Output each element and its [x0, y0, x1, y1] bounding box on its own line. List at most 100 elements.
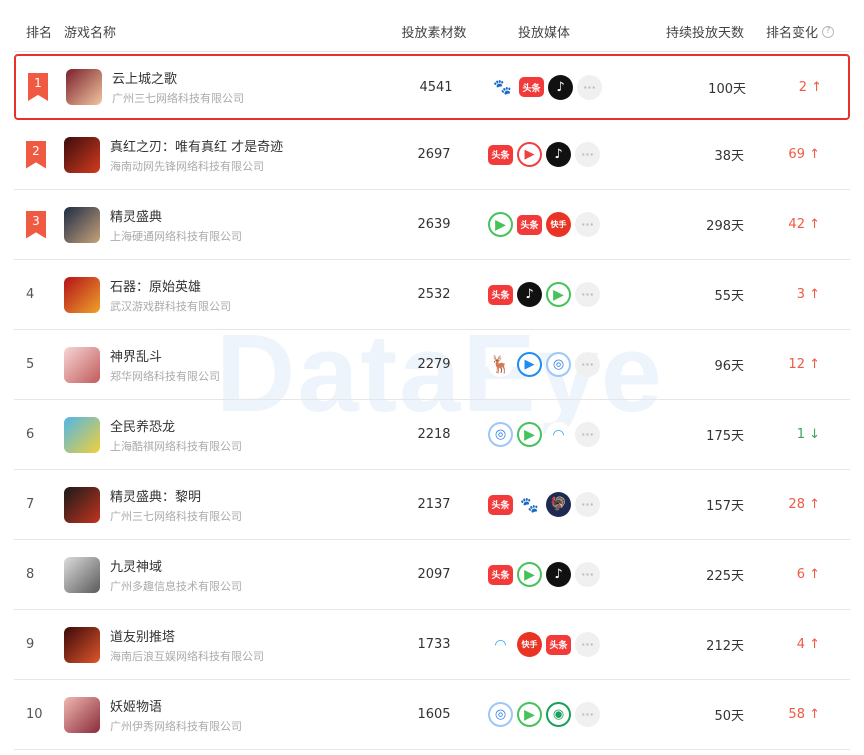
material-count: 2097	[417, 567, 451, 582]
game-name[interactable]: 九灵神域	[110, 556, 242, 575]
game-name[interactable]: 妖姬物语	[110, 696, 242, 715]
help-icon[interactable]: ?	[822, 25, 834, 38]
days-value: 50天	[714, 709, 744, 724]
more-icon[interactable]: ···	[577, 74, 602, 100]
game-icon[interactable]	[64, 696, 100, 733]
tencent-icon[interactable]: ◠	[488, 632, 513, 657]
vivo-icon[interactable]: ◎	[488, 702, 513, 727]
table-row[interactable]: 4 石器：原始英雄 武汉游戏群科技有限公司 2532 头条 ♪ ▶ ··· 55天 3…	[14, 260, 850, 330]
game-name[interactable]: 全民养恐龙	[110, 416, 242, 435]
more-icon[interactable]: ···	[575, 422, 600, 447]
table-row[interactable]: 10 妖姬物语 广州伊秀网络科技有限公司 1605 ◎ ▶ ◉ ··· 50天 58 …	[14, 680, 850, 750]
more-icon[interactable]: ···	[575, 142, 600, 167]
table-row[interactable]: 1 云上城之歌 广州三七网络科技有限公司 4541 🐾 头条 ♪ ··· 100天 2…	[14, 54, 850, 120]
iqiyi-icon[interactable]: ▶	[546, 282, 571, 307]
ostrich-icon[interactable]: 🦃	[546, 492, 571, 517]
table-row[interactable]: 3 精灵盛典 上海硬通网络科技有限公司 2639 ▶ 头条 快手 ··· 298天 4…	[14, 190, 850, 260]
game-cell[interactable]: 精灵盛典：黎明 广州三七网络科技有限公司	[64, 486, 394, 524]
iqiyi-icon[interactable]: ▶	[517, 422, 542, 447]
table-row[interactable]: 9 道友别推塔 海南后浪互娱网络科技有限公司 1733 ◠ 快手 头条 ··· 212…	[14, 610, 850, 680]
material-count: 2532	[417, 287, 451, 302]
header-rank-change-label: 排名变化	[765, 26, 818, 41]
rank-cell: 3	[14, 190, 64, 259]
rank-change-value: 58 ↑	[788, 707, 820, 722]
tencent-icon[interactable]: ◠	[546, 422, 571, 447]
toutiao-icon[interactable]: 头条	[519, 77, 544, 97]
game-icon[interactable]	[64, 626, 100, 663]
iqiyi-icon[interactable]: ▶	[488, 212, 513, 237]
kuaishou-icon[interactable]: 快手	[517, 632, 542, 657]
game-name[interactable]: 云上城之歌	[112, 68, 244, 87]
rank-cell: 5	[14, 330, 64, 399]
game-cell[interactable]: 全民养恐龙 上海酷祺网络科技有限公司	[64, 416, 394, 454]
toutiao-icon[interactable]: 头条	[488, 284, 513, 305]
table-row[interactable]: 6 全民养恐龙 上海酷祺网络科技有限公司 2218 ◎ ▶ ◠ ··· 175天 1 …	[14, 400, 850, 470]
game-icon[interactable]	[64, 136, 100, 173]
vivo-icon[interactable]: ◎	[488, 422, 513, 447]
rank-cell: 4	[14, 260, 64, 329]
game-name[interactable]: 道友别推塔	[110, 626, 264, 645]
iqiyi-icon[interactable]: ▶	[517, 562, 542, 587]
toutiao-icon[interactable]: 头条	[488, 494, 513, 515]
game-icon[interactable]	[64, 416, 100, 453]
ranking-table: 排名 游戏名称 投放素材数 投放媒体 持续投放天数 排名变化 ? 1 云上城之歌…	[14, 12, 850, 750]
kuaishou-icon[interactable]: 快手	[546, 212, 571, 237]
rank-change-value: 1 ↓	[796, 427, 820, 442]
douyin-icon[interactable]: ♪	[546, 562, 571, 587]
media-list: 🐾 头条 ♪ ···	[476, 74, 616, 100]
header-material-count[interactable]: 投放素材数	[394, 22, 474, 41]
more-icon[interactable]: ···	[575, 282, 600, 307]
game-cell[interactable]: 真红之刃：唯有真红 才是奇迹 海南动网先锋网络科技有限公司	[64, 136, 394, 174]
game-icon[interactable]	[64, 556, 100, 593]
toutiao-icon[interactable]: 头条	[546, 634, 571, 655]
rank-cell: 8	[14, 540, 64, 609]
company-name: 海南动网先锋网络科技有限公司	[110, 159, 264, 173]
toutiao-icon[interactable]: 头条	[488, 564, 513, 585]
material-count: 2697	[417, 147, 451, 162]
more-icon[interactable]: ···	[575, 562, 600, 587]
game-icon[interactable]	[64, 346, 100, 383]
table-row[interactable]: 2 真红之刃：唯有真红 才是奇迹 海南动网先锋网络科技有限公司 2697 头条 ▶…	[14, 120, 850, 190]
iqiyi-icon[interactable]: ▶	[517, 702, 542, 727]
game-name[interactable]: 神界乱斗	[110, 346, 220, 365]
header-game-name: 游戏名称	[64, 26, 117, 41]
vivo-icon[interactable]: ◎	[546, 352, 571, 377]
game-cell[interactable]: 道友别推塔 海南后浪互娱网络科技有限公司	[64, 626, 394, 664]
table-row[interactable]: 5 神界乱斗 郑华网络科技有限公司 2279 🦌 ▶ ◎ ··· 96天 12 ↑	[14, 330, 850, 400]
game-name[interactable]: 精灵盛典	[110, 206, 242, 225]
rank-cell: 9	[14, 610, 64, 679]
more-icon[interactable]: ···	[575, 212, 600, 237]
more-icon[interactable]: ···	[575, 702, 600, 727]
deer-icon[interactable]: 🦌	[488, 352, 513, 377]
table-row[interactable]: 8 九灵神域 广州多趣信息技术有限公司 2097 头条 ▶ ♪ ··· 225天 6 …	[14, 540, 850, 610]
sina-icon[interactable]: ◉	[546, 702, 571, 727]
game-icon[interactable]	[64, 486, 100, 523]
game-cell[interactable]: 精灵盛典 上海硬通网络科技有限公司	[64, 206, 394, 244]
game-cell[interactable]: 妖姬物语 广州伊秀网络科技有限公司	[64, 696, 394, 734]
toutiao-icon[interactable]: 头条	[488, 144, 513, 165]
more-icon[interactable]: ···	[575, 352, 600, 377]
header-days[interactable]: 持续投放天数	[614, 22, 744, 41]
game-icon[interactable]	[64, 276, 100, 313]
game-cell[interactable]: 云上城之歌 广州三七网络科技有限公司	[66, 68, 396, 106]
baidu-icon[interactable]: 🐾	[490, 74, 515, 100]
douyin-icon[interactable]: ♪	[546, 142, 571, 167]
baidu-icon[interactable]: 🐾	[517, 492, 542, 517]
xigua-icon[interactable]: ▶	[517, 142, 542, 167]
youku-icon[interactable]: ▶	[517, 352, 542, 377]
toutiao-icon[interactable]: 头条	[517, 214, 542, 235]
more-icon[interactable]: ···	[575, 492, 600, 517]
game-icon[interactable]	[64, 206, 100, 243]
table-row[interactable]: 7 精灵盛典：黎明 广州三七网络科技有限公司 2137 头条 🐾 🦃 ··· 157天…	[14, 470, 850, 540]
game-cell[interactable]: 神界乱斗 郑华网络科技有限公司	[64, 346, 394, 384]
game-name[interactable]: 石器：原始英雄	[110, 276, 231, 295]
game-icon[interactable]	[66, 69, 102, 105]
game-name[interactable]: 精灵盛典：黎明	[110, 486, 242, 505]
header-rank-change[interactable]: 排名变化 ?	[744, 22, 844, 41]
game-cell[interactable]: 九灵神域 广州多趣信息技术有限公司	[64, 556, 394, 594]
douyin-icon[interactable]: ♪	[517, 282, 542, 307]
game-name[interactable]: 真红之刃：唯有真红 才是奇迹	[110, 136, 283, 155]
game-cell[interactable]: 石器：原始英雄 武汉游戏群科技有限公司	[64, 276, 394, 314]
douyin-icon[interactable]: ♪	[548, 74, 573, 100]
more-icon[interactable]: ···	[575, 632, 600, 657]
